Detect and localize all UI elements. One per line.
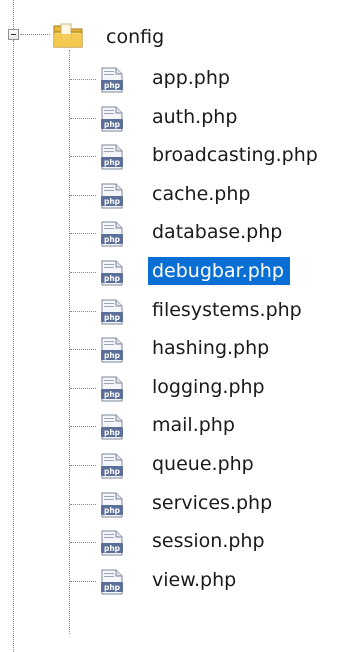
tree-file-label[interactable]: queue.php [148,450,260,478]
tree-file-label[interactable]: filesystems.php [148,296,308,324]
tree-file-label[interactable]: logging.php [148,373,271,401]
svg-text:php: php [104,467,121,476]
tree-file-row[interactable]: php services.php [0,487,357,521]
tree-file-row[interactable]: php hashing.php [0,332,357,366]
folder-icon [52,20,86,50]
tree-file-label[interactable]: hashing.php [148,334,275,362]
tree-file-label[interactable]: mail.php [148,411,241,439]
tree-file-row[interactable]: php view.php [0,564,357,598]
tree-file-row[interactable]: php filesystems.php [0,294,357,328]
svg-text:php: php [104,158,121,167]
php-file-icon: php [99,260,125,286]
tree-line-file-connector [70,310,96,312]
php-file-icon: php [99,569,125,595]
tree-line-file-connector [70,117,96,119]
tree-file-row[interactable]: php logging.php [0,371,357,405]
php-file-icon: php [99,530,125,556]
tree-line-file-connector [70,156,96,158]
tree-line-parent-top [13,0,14,29]
tree-file-row[interactable]: php cache.php [0,178,357,212]
tree-file-row[interactable]: php database.php [0,216,357,250]
tree-file-label[interactable]: app.php [148,64,236,92]
tree-line-folder-connector [20,34,50,35]
file-tree: config php app.php php auth.php php broadcast… [0,0,357,652]
tree-file-row[interactable]: php broadcasting.php [0,139,357,173]
svg-text:php: php [104,506,121,515]
php-file-icon: php [99,414,125,440]
svg-text:php: php [104,428,121,437]
php-file-icon: php [99,106,125,132]
tree-file-row[interactable]: php mail.php [0,409,357,443]
tree-file-label[interactable]: services.php [148,489,278,517]
php-file-icon: php [99,299,125,325]
php-file-icon: php [99,221,125,247]
svg-text:php: php [104,351,121,360]
tree-line-file-connector [70,349,96,351]
svg-text:php: php [104,544,121,553]
tree-file-label[interactable]: auth.php [148,103,243,131]
svg-text:php: php [104,197,121,206]
tree-file-label[interactable]: cache.php [148,180,256,208]
svg-text:php: php [104,313,121,322]
tree-line-file-connector [70,272,96,273]
svg-text:php: php [104,235,121,244]
tree-file-label[interactable]: view.php [148,566,242,594]
php-file-icon: php [99,453,125,479]
folder-label[interactable]: config [106,24,164,50]
tree-line-file-connector [70,580,96,582]
svg-text:php: php [104,274,121,283]
tree-line-file-connector [70,79,96,80]
php-file-icon: php [99,376,125,402]
svg-text:php: php [104,81,121,90]
tree-file-row[interactable]: php debugbar.php [0,255,357,289]
tree-file-label[interactable]: database.php [148,218,288,246]
svg-text:php: php [104,120,121,129]
collapse-toggle[interactable] [8,29,19,40]
tree-file-label[interactable]: debugbar.php [148,257,290,285]
tree-file-row[interactable]: php app.php [0,62,357,96]
php-file-icon: php [99,144,125,170]
php-file-icon: php [99,337,125,363]
tree-line-file-connector [70,426,96,428]
tree-file-label[interactable]: session.php [148,527,271,555]
svg-text:php: php [104,390,121,399]
tree-line-file-connector [70,194,96,196]
php-file-icon: php [99,67,125,93]
tree-line-file-connector [70,542,96,544]
tree-file-row[interactable]: php auth.php [0,101,357,135]
svg-text:php: php [104,583,121,592]
tree-line-file-connector [70,233,96,235]
php-file-icon: php [99,492,125,518]
tree-line-file-connector [70,387,96,389]
php-file-icon: php [99,183,125,209]
tree-file-row[interactable]: php session.php [0,525,357,559]
tree-file-row[interactable]: php queue.php [0,448,357,482]
tree-file-label[interactable]: broadcasting.php [148,141,324,169]
tree-line-file-connector [70,503,96,505]
tree-line-file-connector [70,465,96,466]
